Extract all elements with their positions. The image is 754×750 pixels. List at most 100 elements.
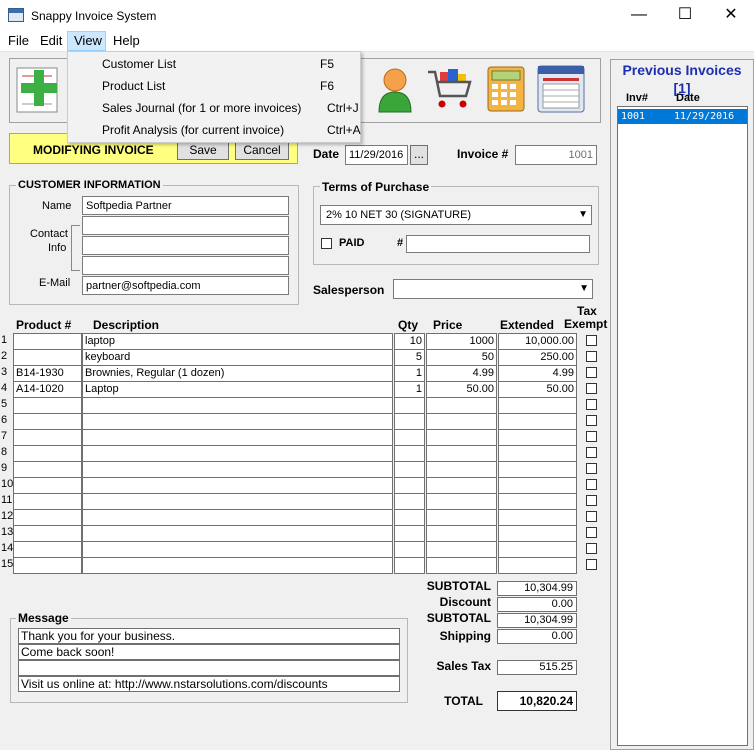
- cell-qty[interactable]: [394, 461, 425, 478]
- cell-qty[interactable]: [394, 557, 425, 574]
- tax-exempt-checkbox[interactable]: [586, 383, 597, 394]
- tax-exempt-checkbox[interactable]: [586, 479, 597, 490]
- cell-product[interactable]: [13, 333, 82, 350]
- cell-product[interactable]: [13, 445, 82, 462]
- cell-product[interactable]: [13, 413, 82, 430]
- cell-price[interactable]: 1000: [426, 333, 497, 350]
- cell-description[interactable]: [82, 557, 393, 574]
- menu-edit[interactable]: Edit: [34, 31, 68, 51]
- menu-item-profit-analysis[interactable]: Profit Analysis (for current invoice) Ct…: [68, 119, 361, 141]
- cell-qty[interactable]: [394, 413, 425, 430]
- cell-qty[interactable]: [394, 429, 425, 446]
- cell-qty[interactable]: [394, 397, 425, 414]
- cell-product[interactable]: B14-1930: [13, 365, 82, 382]
- cell-price[interactable]: [426, 397, 497, 414]
- window-list-icon[interactable]: [535, 63, 585, 113]
- menu-item-customer-list[interactable]: Customer List F5: [68, 53, 358, 75]
- cell-qty[interactable]: 1: [394, 365, 425, 382]
- previous-invoice-row[interactable]: 1001 11/29/2016: [618, 109, 747, 124]
- menu-item-sales-journal[interactable]: Sales Journal (for 1 or more invoices) C…: [68, 97, 359, 119]
- tax-exempt-checkbox[interactable]: [586, 559, 597, 570]
- cell-price[interactable]: [426, 445, 497, 462]
- tax-exempt-checkbox[interactable]: [586, 463, 597, 474]
- cell-price[interactable]: [426, 461, 497, 478]
- cell-price[interactable]: [426, 477, 497, 494]
- tax-exempt-checkbox[interactable]: [586, 543, 597, 554]
- cell-description[interactable]: [82, 525, 393, 542]
- save-button[interactable]: Save: [177, 140, 229, 160]
- cell-product[interactable]: [13, 461, 82, 478]
- cell-product[interactable]: A14-1020: [13, 381, 82, 398]
- cell-price[interactable]: [426, 413, 497, 430]
- cell-price[interactable]: 50: [426, 349, 497, 366]
- cell-description[interactable]: [82, 541, 393, 558]
- invoice-number-field[interactable]: 1001: [515, 145, 597, 165]
- cell-description[interactable]: [82, 477, 393, 494]
- menu-help[interactable]: Help: [107, 31, 146, 51]
- cell-product[interactable]: [13, 557, 82, 574]
- calculator-icon[interactable]: [484, 65, 534, 115]
- cell-product[interactable]: [13, 493, 82, 510]
- cell-qty[interactable]: [394, 477, 425, 494]
- message-line-4[interactable]: Visit us online at: http://www.nstarsolu…: [18, 676, 400, 692]
- message-line-1[interactable]: Thank you for your business.: [18, 628, 400, 644]
- tax-exempt-checkbox[interactable]: [586, 447, 597, 458]
- cell-qty[interactable]: 5: [394, 349, 425, 366]
- tax-exempt-checkbox[interactable]: [586, 367, 597, 378]
- paid-ref-field[interactable]: [406, 235, 590, 253]
- tax-exempt-checkbox[interactable]: [586, 495, 597, 506]
- cell-qty[interactable]: [394, 445, 425, 462]
- tax-exempt-checkbox[interactable]: [586, 399, 597, 410]
- message-line-3[interactable]: [18, 660, 400, 676]
- cell-description[interactable]: [82, 429, 393, 446]
- contact-line-3[interactable]: [82, 256, 289, 275]
- customer-name-field[interactable]: Softpedia Partner: [82, 196, 289, 215]
- cell-product[interactable]: [13, 477, 82, 494]
- cell-product[interactable]: [13, 509, 82, 526]
- shipping-field[interactable]: 0.00: [497, 629, 577, 644]
- cell-description[interactable]: [82, 397, 393, 414]
- contact-line-2[interactable]: [82, 236, 289, 255]
- menu-file[interactable]: File: [2, 31, 35, 51]
- cell-product[interactable]: [13, 525, 82, 542]
- menu-view[interactable]: View: [67, 31, 106, 51]
- menu-item-product-list[interactable]: Product List F6: [68, 75, 358, 97]
- cell-qty[interactable]: [394, 525, 425, 542]
- cell-description[interactable]: [82, 461, 393, 478]
- cell-price[interactable]: 4.99: [426, 365, 497, 382]
- cell-product[interactable]: [13, 349, 82, 366]
- discount-field[interactable]: 0.00: [497, 597, 577, 612]
- cell-description[interactable]: Brownies, Regular (1 dozen): [82, 365, 393, 382]
- cell-price[interactable]: [426, 525, 497, 542]
- cell-price[interactable]: [426, 541, 497, 558]
- cell-price[interactable]: [426, 557, 497, 574]
- tax-exempt-checkbox[interactable]: [586, 511, 597, 522]
- maximize-button[interactable]: ☐: [662, 0, 708, 31]
- date-field[interactable]: 11/29/2016: [345, 145, 408, 165]
- tax-exempt-checkbox[interactable]: [586, 335, 597, 346]
- message-line-2[interactable]: Come back soon!: [18, 644, 400, 660]
- cell-price[interactable]: [426, 509, 497, 526]
- cell-product[interactable]: [13, 397, 82, 414]
- cell-price[interactable]: [426, 429, 497, 446]
- shopping-cart-icon[interactable]: [426, 66, 476, 116]
- cell-description[interactable]: keyboard: [82, 349, 393, 366]
- cell-description[interactable]: Laptop: [82, 381, 393, 398]
- paid-checkbox[interactable]: [321, 238, 332, 249]
- cell-qty[interactable]: 10: [394, 333, 425, 350]
- cell-qty[interactable]: 1: [394, 381, 425, 398]
- cell-description[interactable]: [82, 493, 393, 510]
- email-field[interactable]: partner@softpedia.com: [82, 276, 289, 295]
- cell-product[interactable]: [13, 541, 82, 558]
- cell-product[interactable]: [13, 429, 82, 446]
- new-invoice-icon[interactable]: [14, 64, 64, 114]
- minimize-button[interactable]: —: [616, 0, 662, 31]
- tax-exempt-checkbox[interactable]: [586, 415, 597, 426]
- tax-exempt-checkbox[interactable]: [586, 431, 597, 442]
- close-button[interactable]: ✕: [708, 0, 754, 31]
- cell-price[interactable]: 50.00: [426, 381, 497, 398]
- previous-invoices-list[interactable]: [617, 106, 748, 746]
- terms-select[interactable]: 2% 10 NET 30 (SIGNATURE) ▼: [320, 205, 592, 225]
- cell-description[interactable]: [82, 413, 393, 430]
- date-picker-button[interactable]: ...: [410, 145, 428, 165]
